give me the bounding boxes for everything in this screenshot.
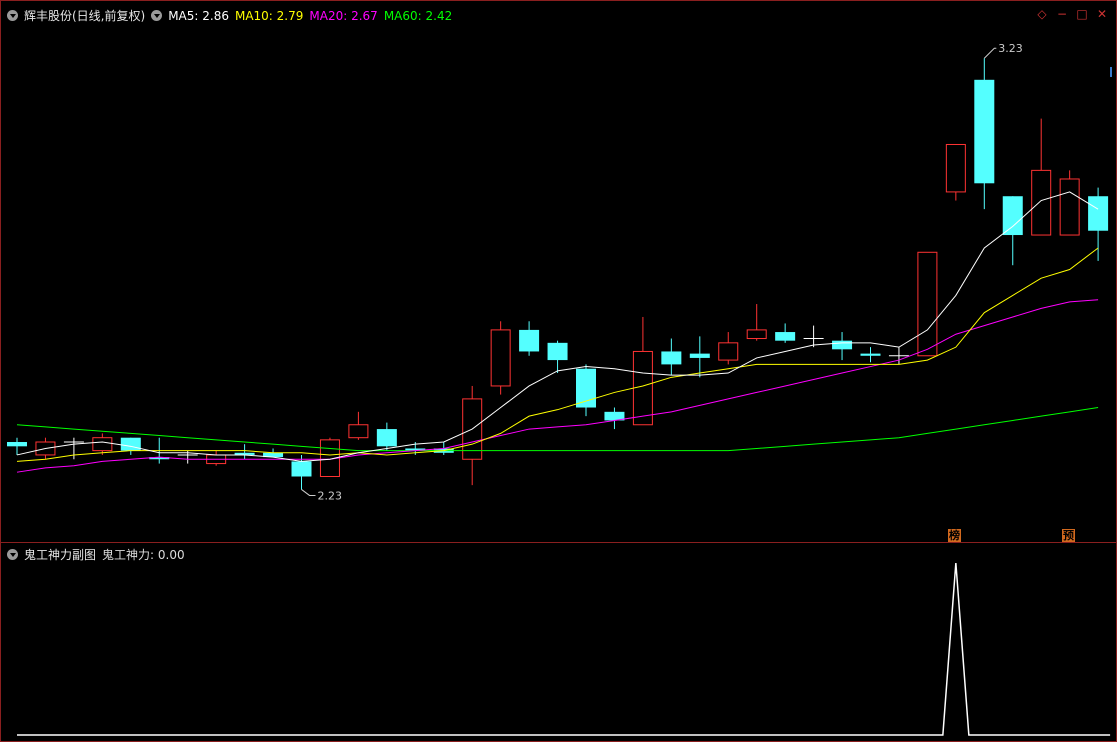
candle-body: [376, 429, 397, 447]
candle: [775, 323, 796, 343]
sub-chart-panel[interactable]: 鬼工神力副图 鬼工神力: 0.00: [0, 543, 1117, 742]
candle-body: [291, 461, 312, 477]
candle-body: [519, 329, 540, 352]
main-chart-panel[interactable]: 辉丰股份(日线,前复权) MA5: 2.86 MA10: 2.79 MA20: …: [0, 0, 1117, 543]
candle-body: [718, 342, 739, 361]
candle: [917, 251, 938, 357]
candle: [348, 411, 369, 440]
candle-body: [490, 329, 511, 387]
tag-bang[interactable]: 榜: [948, 529, 961, 542]
candlestick-chart: 3.23 2.23: [7, 42, 1109, 502]
candle: [632, 316, 653, 426]
high-price-label: 3.23: [998, 42, 1023, 55]
candle: [718, 332, 739, 365]
candle: [1031, 118, 1052, 236]
candle: [1088, 187, 1109, 261]
candle: [92, 433, 113, 455]
candle-body: [917, 251, 938, 357]
low-price-label: 2.23: [318, 489, 343, 502]
candle: [7, 437, 27, 455]
candle-body: [689, 353, 710, 358]
candle-body: [547, 342, 568, 361]
indicator-line: [17, 562, 1111, 736]
candle-body: [661, 351, 682, 365]
candle: [547, 340, 568, 374]
candle-body: [120, 437, 141, 451]
candle: [945, 143, 966, 201]
candle: [1059, 170, 1080, 236]
candle: [746, 304, 767, 341]
tag-yu[interactable]: 预: [1062, 529, 1075, 542]
candle-body: [92, 437, 113, 452]
candle-body: [1059, 178, 1080, 236]
candle-body: [974, 79, 995, 184]
candle: [576, 364, 596, 417]
candle: [319, 437, 340, 478]
ma60-line: [16, 407, 1099, 452]
candle-body: [632, 350, 653, 426]
candle: [803, 325, 824, 348]
candle: [234, 444, 255, 460]
candle-body: [7, 442, 27, 447]
candle: [462, 385, 483, 486]
candle-body: [945, 143, 966, 193]
candle-body: [832, 340, 853, 350]
candle-body: [348, 424, 369, 439]
candle: [689, 336, 710, 378]
candle-body: [1031, 169, 1052, 236]
candle-body: [746, 329, 767, 340]
candle: [832, 332, 853, 361]
candle-body: [1088, 196, 1109, 231]
candle: [206, 450, 227, 466]
candle-body: [576, 368, 596, 408]
candle: [974, 58, 995, 210]
candle: [1002, 196, 1023, 266]
candle: [519, 321, 540, 356]
low-pointer: [301, 489, 316, 496]
high-pointer: [983, 47, 997, 59]
candle-body: [860, 353, 881, 356]
candle: [604, 407, 625, 430]
candle: [490, 321, 511, 395]
candle-body: [1002, 196, 1023, 236]
candle: [860, 347, 881, 363]
candle-body: [775, 332, 796, 341]
candle: [376, 422, 397, 451]
candle: [661, 338, 682, 376]
indicator-chart: [17, 562, 1111, 736]
